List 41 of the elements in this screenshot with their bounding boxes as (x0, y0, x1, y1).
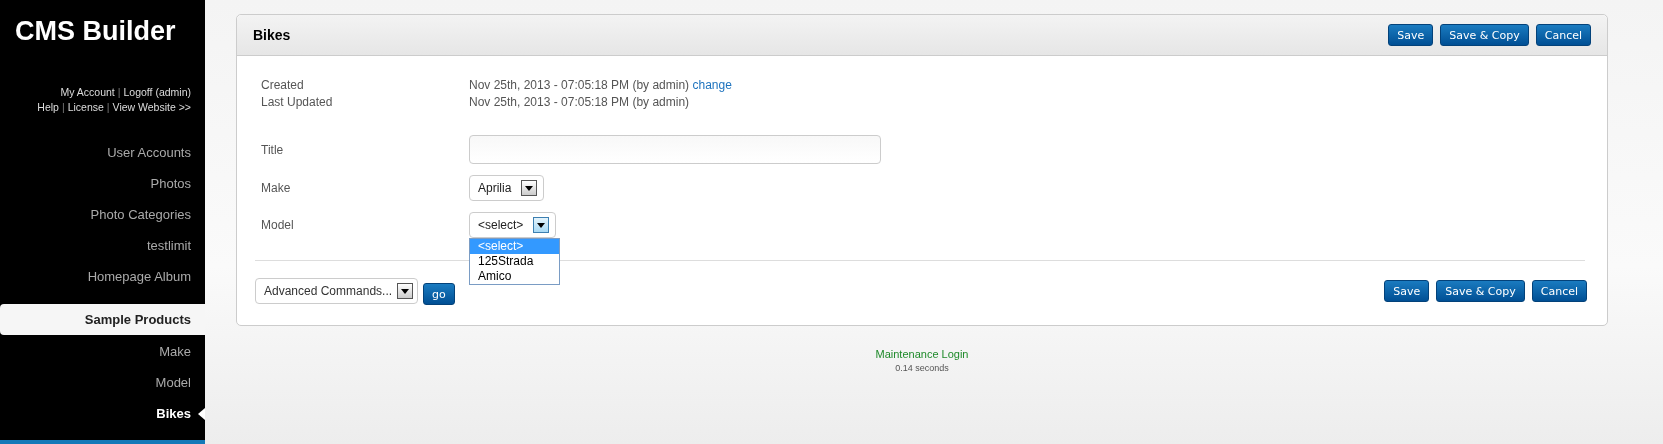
sidebar-item[interactable]: Make (0, 336, 205, 367)
info-label: Created (261, 77, 305, 94)
account-link[interactable]: Logoff (admin) (123, 86, 191, 98)
account-link[interactable]: View Website >> (112, 101, 191, 113)
sidebar-item[interactable]: Photos (0, 168, 205, 199)
select-field[interactable]: <select> (469, 212, 557, 238)
sidebar-item[interactable]: Homepage Album (0, 261, 205, 292)
sidebar-item[interactable]: Model (0, 367, 205, 398)
select-field[interactable]: Aprilia (469, 175, 545, 201)
sidebar-item[interactable]: Photo Categories (0, 199, 205, 230)
dropdown-option[interactable]: 125Strada (470, 254, 559, 269)
save-copy-button[interactable]: Cancel (1531, 280, 1587, 302)
info-value: Nov 25th, 2013 - 07:05:18 PM (by admin) (469, 94, 691, 111)
field-label: Model (261, 218, 295, 232)
save-copy-button[interactable]: Cancel (1535, 24, 1591, 46)
separator: | (61, 101, 65, 113)
change-link[interactable]: change (692, 78, 732, 92)
panel-title: Bikes (253, 27, 292, 43)
advanced-commands-select[interactable]: Advanced Commands... (255, 278, 419, 304)
info-value: Nov 25th, 2013 - 07:05:18 PM (by admin) change (469, 77, 733, 94)
maintenance-login-link[interactable]: Maintenance Login (875, 348, 969, 360)
dropdown-option[interactable]: Amico (470, 269, 559, 284)
account-link[interactable]: License (67, 101, 104, 113)
account-link[interactable]: Help (37, 101, 59, 113)
save-copy-button[interactable]: Save & Copy (1440, 24, 1529, 46)
field-label: Title (261, 142, 285, 157)
sidebar-item[interactable]: User Accounts (0, 137, 205, 168)
account-link[interactable]: My Account (60, 86, 115, 98)
page-timing: 0.14 seconds (895, 363, 949, 373)
action-button[interactable]: Save (1384, 280, 1430, 302)
info-label: Last Updated (261, 94, 334, 111)
app-logo: CMS Builder (14, 15, 177, 47)
sidebar-section[interactable]: Sample Products (0, 304, 205, 335)
separator: | (117, 86, 121, 98)
separator: | (106, 101, 110, 113)
go-button[interactable]: go (423, 283, 455, 305)
action-button[interactable]: Save (1388, 24, 1434, 46)
save-copy-button[interactable]: Save & Copy (1436, 280, 1525, 302)
text-input-field[interactable] (469, 135, 881, 164)
field-label: Make (261, 181, 292, 195)
sidebar-item[interactable]: testlimit (0, 230, 205, 261)
